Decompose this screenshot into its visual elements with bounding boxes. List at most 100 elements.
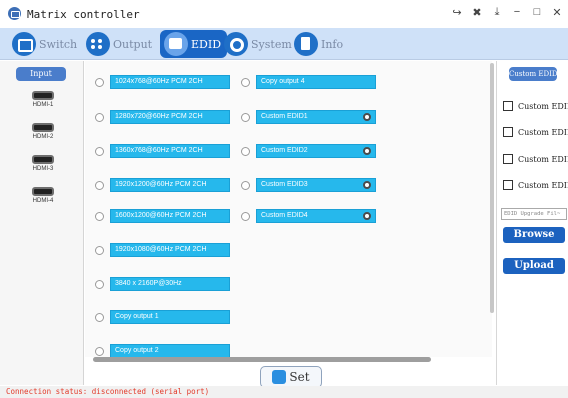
edid-option-label: 3840 x 2160P@30Hz xyxy=(110,277,230,291)
edid-option[interactable]: 1600x1200@60Hz PCM 2CH xyxy=(95,209,230,223)
upload-button[interactable]: Upload xyxy=(503,258,565,274)
edid-option[interactable]: 1280x720@60Hz PCM 2CH xyxy=(95,110,230,124)
edid-option-label: Copy output 2 xyxy=(110,344,230,357)
set-icon xyxy=(272,370,287,384)
title-bar: Matrix controller ↪ ✖ ⤓ − □ ✕ xyxy=(0,0,568,28)
custom-edid-checkbox[interactable]: Custom EDID xyxy=(503,101,568,111)
output-icon xyxy=(86,32,110,56)
tab-output[interactable]: Output xyxy=(86,30,152,58)
edid-option[interactable]: Copy output 1 xyxy=(95,310,230,324)
connection-status: Connection status: disconnected (serial … xyxy=(6,387,210,396)
tab-label: Switch xyxy=(39,37,78,51)
radio-button[interactable] xyxy=(95,245,104,255)
app-icon xyxy=(8,7,21,20)
maximize-icon[interactable]: □ xyxy=(532,6,542,19)
gear-icon[interactable] xyxy=(363,147,371,155)
browse-button[interactable]: Browse xyxy=(503,227,565,243)
edid-option-text: Custom EDID1 xyxy=(261,113,308,120)
vertical-scrollbar[interactable] xyxy=(490,63,494,313)
input-tab[interactable]: Input xyxy=(16,67,66,81)
custom-edid-checkbox[interactable]: Custom EDID xyxy=(503,127,568,137)
hdmi-port-label: HDMI-2 xyxy=(32,134,54,140)
tab-system[interactable]: System xyxy=(224,30,292,58)
horizontal-scrollbar[interactable] xyxy=(85,357,492,363)
set-button[interactable]: Set xyxy=(260,366,322,388)
gear-icon[interactable] xyxy=(363,113,371,121)
edid-option[interactable]: 1920x1200@60Hz PCM 2CH xyxy=(95,178,230,192)
checkbox[interactable] xyxy=(503,180,513,190)
radio-button[interactable] xyxy=(95,112,104,122)
radio-button[interactable] xyxy=(241,211,250,221)
edid-option[interactable]: 3840 x 2160P@30Hz xyxy=(95,277,230,291)
tab-switch[interactable]: Switch xyxy=(12,30,77,58)
hdmi-port[interactable]: HDMI-2 xyxy=(26,123,60,140)
edid-option[interactable]: Custom EDID4 xyxy=(241,209,376,223)
checkbox-label: Custom EDID xyxy=(518,127,568,137)
radio-button[interactable] xyxy=(95,211,104,221)
hdmi-icon xyxy=(32,155,54,164)
hdmi-icon xyxy=(32,123,54,132)
tab-label: EDID xyxy=(191,37,222,51)
edid-option[interactable]: Custom EDID3 xyxy=(241,178,376,192)
window-controls: ↪ ✖ ⤓ − □ ✕ xyxy=(452,6,562,19)
custom-edid-checkbox[interactable]: Custom EDID xyxy=(503,180,568,190)
close-icon[interactable]: ✕ xyxy=(552,6,562,19)
window-title: Matrix controller xyxy=(27,8,140,21)
tab-edid[interactable]: EDID xyxy=(160,30,228,58)
edid-options-area: 1024x768@60Hz PCM 2CH 1280x720@60Hz PCM … xyxy=(85,61,492,357)
main-toolbar: Switch Output EDID System Info xyxy=(0,28,568,60)
checkbox-label: Custom EDID xyxy=(518,101,568,111)
hdmi-port[interactable]: HDMI-1 xyxy=(26,91,60,108)
edid-option[interactable]: 1920x1080@60Hz PCM 2CH xyxy=(95,243,230,257)
edid-option-label: Copy output 4 xyxy=(256,75,376,89)
pin-icon[interactable]: ✖ xyxy=(472,6,482,19)
radio-button[interactable] xyxy=(241,180,250,190)
edid-option-label: 1920x1200@60Hz PCM 2CH xyxy=(110,178,230,192)
exit-icon[interactable]: ↪ xyxy=(452,6,462,19)
radio-button[interactable] xyxy=(241,77,250,87)
edid-option[interactable]: Custom EDID2 xyxy=(241,144,376,158)
tab-label: System xyxy=(251,37,292,51)
radio-button[interactable] xyxy=(95,180,104,190)
switch-icon xyxy=(12,32,36,56)
tab-info[interactable]: Info xyxy=(294,30,343,58)
gear-icon[interactable] xyxy=(363,212,371,220)
radio-button[interactable] xyxy=(95,146,104,156)
custom-edid-panel: Custom EDID Custom EDID Custom EDID Cust… xyxy=(496,61,568,385)
edid-option[interactable]: 1360x768@60Hz PCM 2CH xyxy=(95,144,230,158)
hdmi-port-label: HDMI-3 xyxy=(32,166,54,172)
radio-button[interactable] xyxy=(241,112,250,122)
edid-upgrade-file-field[interactable]: EDID Upgrade Fil~ xyxy=(501,208,567,220)
edid-option-label: Custom EDID2 xyxy=(256,144,376,158)
radio-button[interactable] xyxy=(95,77,104,87)
set-label: Set xyxy=(289,370,310,384)
checkbox[interactable] xyxy=(503,101,513,111)
custom-edid-checkbox[interactable]: Custom EDID xyxy=(503,154,568,164)
download-icon[interactable]: ⤓ xyxy=(492,6,502,19)
checkbox[interactable] xyxy=(503,154,513,164)
hdmi-icon xyxy=(32,91,54,100)
custom-edid-tab[interactable]: Custom EDID xyxy=(509,67,557,81)
edid-option-label: 1024x768@60Hz PCM 2CH xyxy=(110,75,230,89)
checkbox[interactable] xyxy=(503,127,513,137)
radio-button[interactable] xyxy=(95,346,104,356)
edid-option[interactable]: 1024x768@60Hz PCM 2CH xyxy=(95,75,230,89)
gear-icon[interactable] xyxy=(363,181,371,189)
edid-option[interactable]: Custom EDID1 xyxy=(241,110,376,124)
radio-button[interactable] xyxy=(95,279,104,289)
hdmi-port[interactable]: HDMI-4 xyxy=(26,187,60,204)
minimize-icon[interactable]: − xyxy=(512,6,522,19)
hdmi-port-label: HDMI-1 xyxy=(32,102,54,108)
hdmi-port[interactable]: HDMI-3 xyxy=(26,155,60,172)
edid-option-label: Custom EDID4 xyxy=(256,209,376,223)
radio-button[interactable] xyxy=(241,146,250,156)
status-bar: Connection status: disconnected (serial … xyxy=(0,386,568,398)
gear-icon xyxy=(224,32,248,56)
radio-button[interactable] xyxy=(95,312,104,322)
edid-option-label: 1600x1200@60Hz PCM 2CH xyxy=(110,209,230,223)
edid-option-label: 1920x1080@60Hz PCM 2CH xyxy=(110,243,230,257)
scrollbar-thumb[interactable] xyxy=(93,357,431,362)
edid-option[interactable]: Copy output 2 xyxy=(95,344,230,357)
edid-option[interactable]: Copy output 4 xyxy=(241,75,376,89)
tab-label: Info xyxy=(321,37,344,51)
